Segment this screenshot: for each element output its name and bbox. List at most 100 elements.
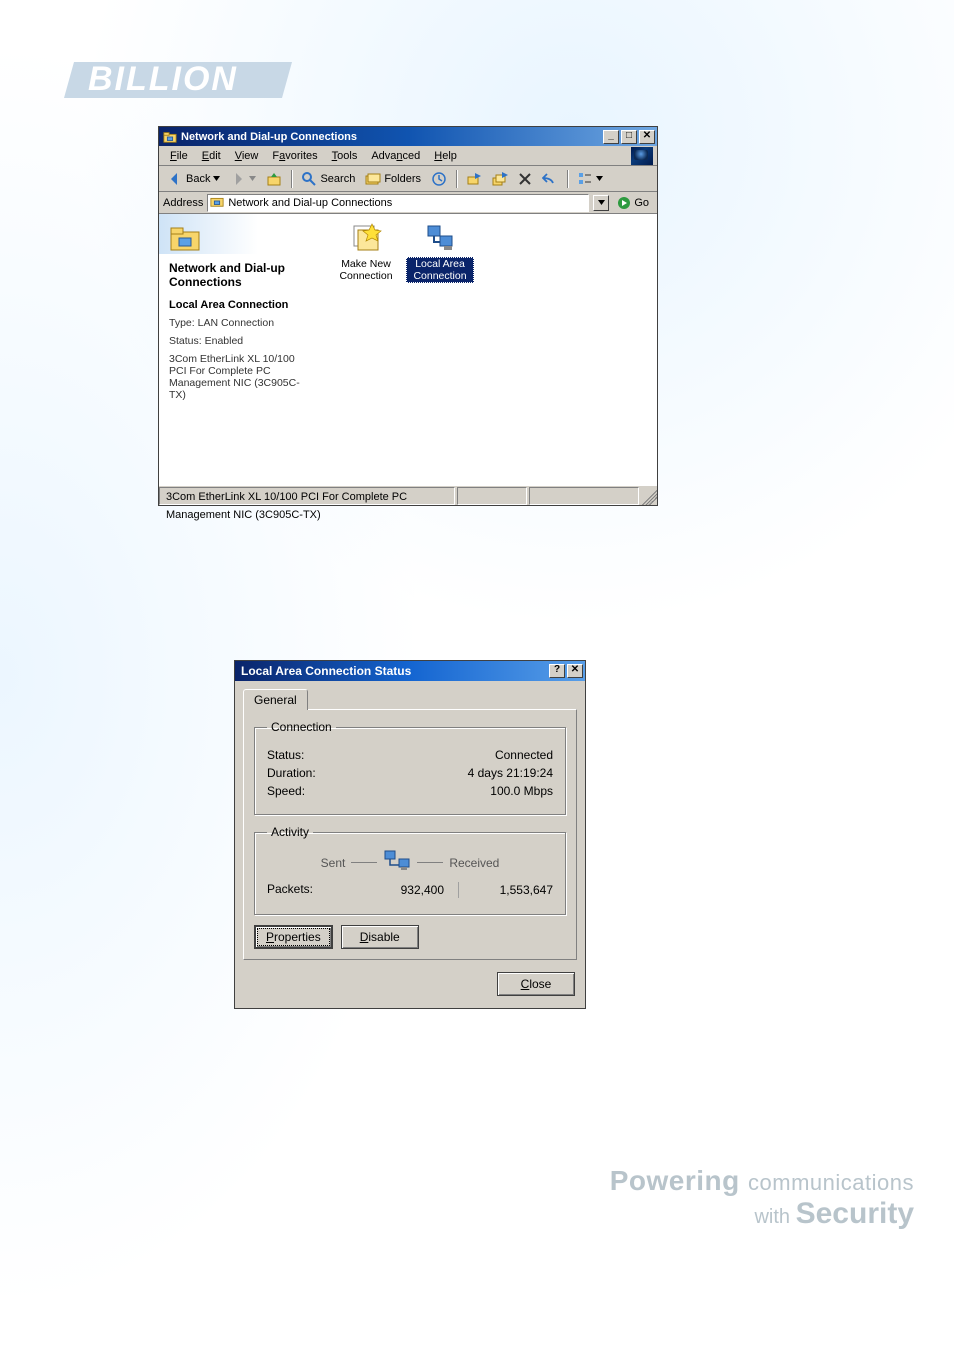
menu-edit[interactable]: Edit xyxy=(195,148,228,164)
menu-advanced[interactable]: Advanced xyxy=(364,148,427,164)
disable-button-rest: isable xyxy=(368,930,399,944)
forward-arrow-icon xyxy=(230,171,246,187)
panel-heading: Network and Dial-up Connections xyxy=(169,261,314,289)
history-button[interactable] xyxy=(427,169,451,189)
folders-icon xyxy=(365,171,381,187)
make-new-connection-label: Make New Connection xyxy=(332,257,400,283)
menu-view[interactable]: View xyxy=(228,148,266,164)
local-area-connection-icon[interactable]: Local Area Connection xyxy=(406,222,474,283)
search-icon xyxy=(301,171,317,187)
help-button[interactable]: ? xyxy=(549,664,565,678)
address-value: Network and Dial-up Connections xyxy=(228,197,586,209)
activity-group-legend: Activity xyxy=(267,825,313,839)
panel-nic-line: 3Com EtherLink XL 10/100 PCI For Complet… xyxy=(169,353,314,401)
received-label: Received xyxy=(449,856,499,870)
statusbar-main-cell: 3Com EtherLink XL 10/100 PCI For Complet… xyxy=(159,487,455,505)
footer-word-communications: communications xyxy=(748,1170,914,1195)
minimize-button[interactable]: _ xyxy=(603,130,619,144)
copy-to-icon xyxy=(492,171,508,187)
maximize-button[interactable]: □ xyxy=(621,130,637,144)
sent-label: Sent xyxy=(321,856,346,870)
footer-word-security: Security xyxy=(796,1197,914,1230)
footer-word-powering: Powering xyxy=(610,1165,740,1196)
activity-computers-icon xyxy=(383,849,411,876)
go-label: Go xyxy=(634,197,649,209)
chevron-down-icon xyxy=(213,175,220,182)
delete-button[interactable] xyxy=(514,170,536,188)
panel-status-line: Status: Enabled xyxy=(169,335,314,347)
explorer-title: Network and Dial-up Connections xyxy=(181,131,357,143)
dialog-titlebar[interactable]: Local Area Connection Status ? ✕ xyxy=(235,661,585,681)
undo-icon xyxy=(542,171,558,187)
close-button[interactable]: ✕ xyxy=(639,130,655,144)
address-dropdown-button[interactable] xyxy=(593,195,609,211)
resize-grip-icon[interactable] xyxy=(641,487,657,505)
back-label: Back xyxy=(186,173,210,185)
menu-tools[interactable]: Tools xyxy=(325,148,365,164)
connection-group: Connection Status: Connected Duration: 4… xyxy=(254,720,566,815)
move-to-icon xyxy=(466,171,482,187)
explorer-statusbar: 3Com EtherLink XL 10/100 PCI For Complet… xyxy=(159,485,657,505)
speed-value: 100.0 Mbps xyxy=(490,784,553,798)
search-label: Search xyxy=(320,173,355,185)
explorer-icons-area[interactable]: Make New Connection Local Area Connectio… xyxy=(324,214,657,485)
packets-sent-value: 932,400 xyxy=(364,883,444,897)
explorer-titlebar[interactable]: Network and Dial-up Connections _ □ ✕ xyxy=(159,127,657,146)
search-button[interactable]: Search xyxy=(297,169,359,189)
brand-logo: BILLION xyxy=(54,54,294,106)
duration-label: Duration: xyxy=(267,766,316,780)
dialog-title: Local Area Connection Status xyxy=(241,664,411,678)
folders-button[interactable]: Folders xyxy=(361,169,425,189)
menu-file[interactable]: File xyxy=(163,148,195,164)
history-icon xyxy=(431,171,447,187)
make-new-connection-icon[interactable]: Make New Connection xyxy=(332,222,400,283)
menu-favorites[interactable]: Favorites xyxy=(265,148,324,164)
close-dialog-button[interactable]: Close xyxy=(497,972,575,996)
packets-received-value: 1,553,647 xyxy=(473,883,553,897)
explorer-body: Network and Dial-up Connections Local Ar… xyxy=(159,214,657,485)
dialog-body: General Connection Status: Connected Dur… xyxy=(235,681,585,964)
statusbar-cell-2 xyxy=(457,487,527,505)
throbber-icon xyxy=(631,147,653,165)
activity-group: Activity Sent xyxy=(254,825,566,915)
folder-up-icon xyxy=(266,171,282,187)
network-folder-icon xyxy=(163,130,177,144)
chevron-down-icon xyxy=(598,199,605,206)
dialog-footer: Close xyxy=(235,964,585,1008)
packets-label: Packets: xyxy=(267,882,313,898)
status-label: Status: xyxy=(267,748,304,762)
go-button[interactable]: Go xyxy=(613,196,653,210)
explorer-info-panel: Network and Dial-up Connections Local Ar… xyxy=(159,214,324,485)
statusbar-cell-3 xyxy=(529,487,639,505)
panel-type-line: Type: LAN Connection xyxy=(169,317,314,329)
address-label: Address xyxy=(163,197,203,209)
go-icon xyxy=(617,196,631,210)
footer-tagline: Powering communications with Security xyxy=(610,1165,914,1231)
tab-strip: General xyxy=(243,687,577,709)
up-button[interactable] xyxy=(262,169,286,189)
wizard-icon xyxy=(350,222,382,254)
connection-status-dialog: Local Area Connection Status ? ✕ General… xyxy=(234,660,586,1009)
views-button[interactable] xyxy=(573,169,607,189)
menu-file-label: ile xyxy=(177,150,188,162)
duration-value: 4 days 21:19:24 xyxy=(468,766,553,780)
undo-button[interactable] xyxy=(538,169,562,189)
disable-button[interactable]: Disable xyxy=(341,925,419,949)
network-folder-icon xyxy=(210,194,224,211)
tab-general[interactable]: General xyxy=(243,689,308,710)
move-to-button[interactable] xyxy=(462,169,486,189)
menu-help[interactable]: Help xyxy=(427,148,464,164)
copy-to-button[interactable] xyxy=(488,169,512,189)
folders-label: Folders xyxy=(384,173,421,185)
properties-button[interactable]: Properties xyxy=(254,925,333,949)
address-field[interactable]: Network and Dial-up Connections xyxy=(207,194,589,212)
address-bar: Address Network and Dial-up Connections … xyxy=(159,192,657,214)
network-folder-large-icon xyxy=(169,222,314,257)
views-icon xyxy=(577,171,593,187)
forward-button[interactable] xyxy=(226,169,260,189)
speed-label: Speed: xyxy=(267,784,305,798)
back-button[interactable]: Back xyxy=(163,169,224,189)
panel-section-title: Local Area Connection xyxy=(169,299,314,311)
close-button[interactable]: ✕ xyxy=(567,664,583,678)
brand-text: BILLION xyxy=(88,60,238,98)
